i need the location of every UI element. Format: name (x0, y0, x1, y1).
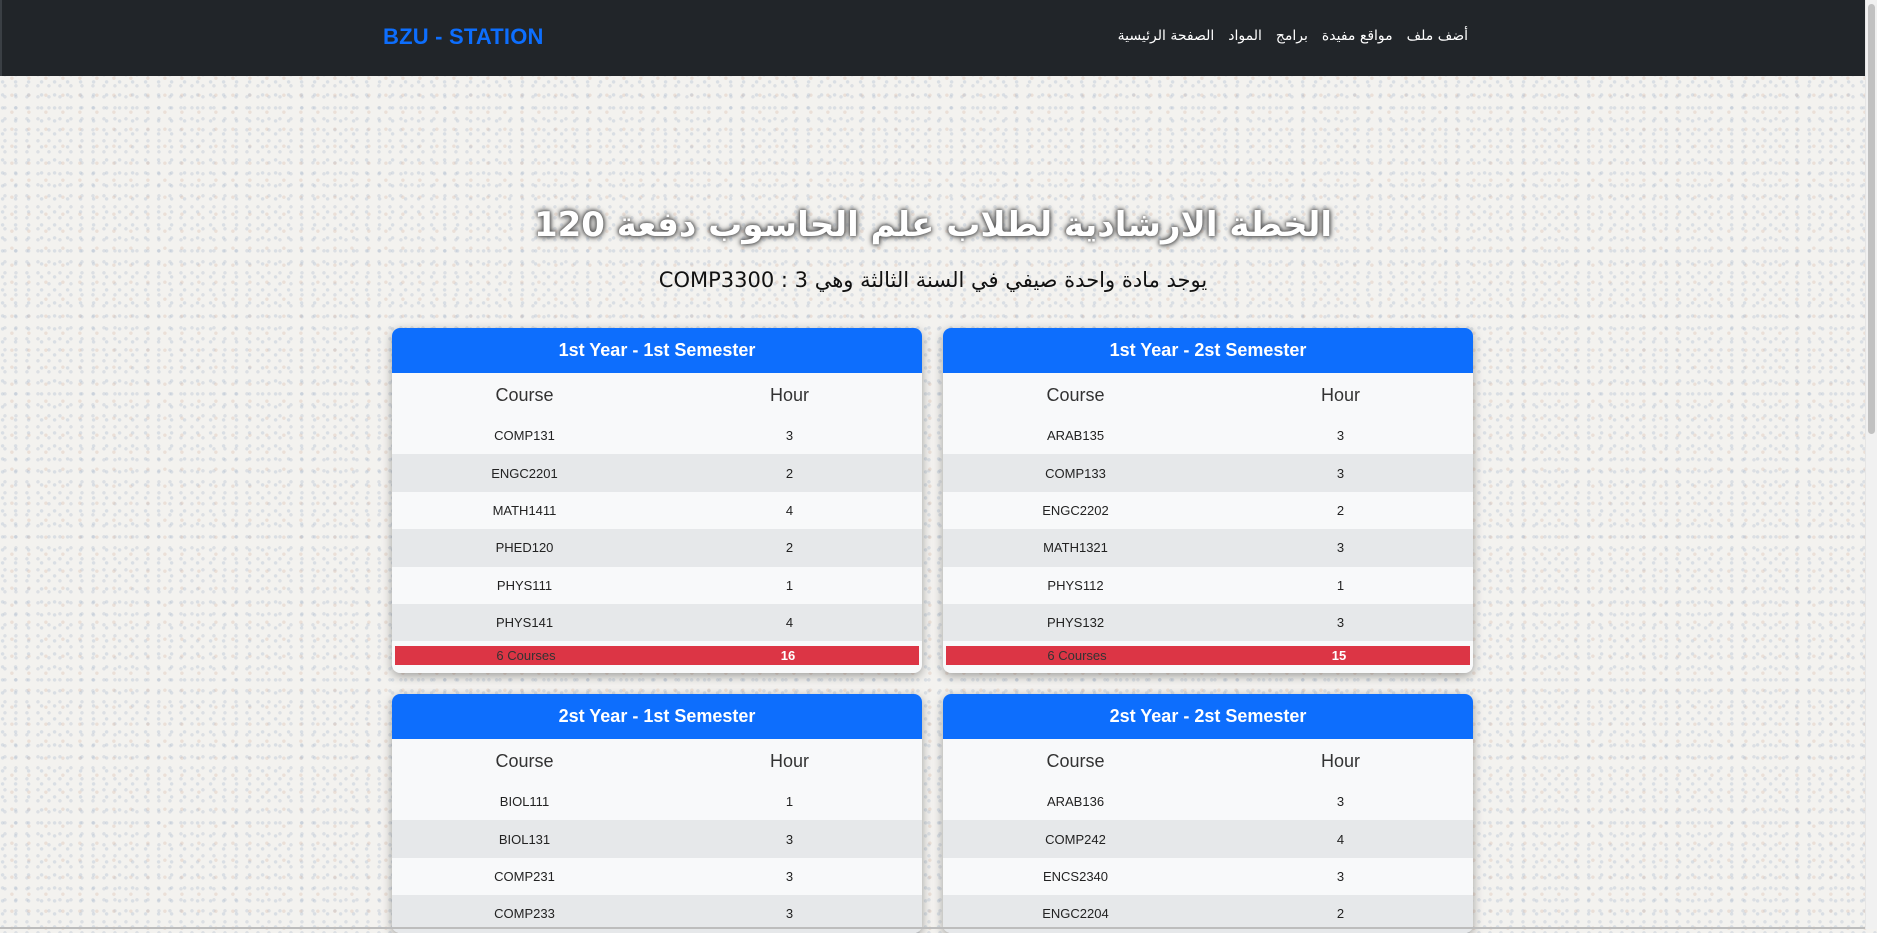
table-row: MATH1321 3 (943, 529, 1473, 567)
nav-link-courses[interactable]: المواد (1228, 28, 1262, 44)
course-column-header: Course (495, 750, 554, 771)
hour-column-header: Hour (1320, 750, 1360, 771)
semester-title: 2st Year - 2st Semester (943, 694, 1473, 739)
course-hours: 3 (785, 906, 794, 922)
course-hours: 1 (785, 577, 794, 593)
course-hours: 2 (785, 465, 794, 481)
table-row: PHYS132 3 (943, 603, 1473, 642)
course-hours: 3 (1336, 794, 1345, 810)
course-hours: 4 (785, 502, 794, 518)
hour-column-header: Hour (769, 750, 809, 771)
course-code: COMP231 (494, 868, 555, 884)
table-row: ENGC2201 2 (392, 454, 922, 492)
hour-column-header: Hour (769, 384, 809, 405)
table-row: MATH1411 4 (392, 492, 922, 529)
nav-link-useful-sites[interactable]: مواقع مفيدة (1322, 28, 1393, 44)
table-row: ARAB135 3 (943, 417, 1473, 454)
table-row: BIOL131 3 (392, 820, 922, 858)
course-code: ENGC2204 (1042, 906, 1109, 922)
course-code: ENCS2340 (1042, 868, 1109, 884)
semester-title: 2st Year - 1st Semester (392, 694, 922, 739)
course-code: ENGC2202 (1042, 502, 1109, 518)
course-hours: 2 (785, 540, 794, 556)
table-row: COMP131 3 (392, 417, 922, 454)
table-header: Course Hour (943, 373, 1473, 417)
table-row: ENCS2340 3 (943, 858, 1473, 895)
course-code: MATH1321 (1043, 540, 1108, 556)
course-hours: 2 (1336, 906, 1345, 922)
table-header: Course Hour (943, 739, 1473, 783)
table-row: PHED120 2 (392, 529, 922, 567)
nav-link-home[interactable]: الصفحة الرئيسية (1118, 28, 1215, 44)
course-code: PHYS111 (496, 577, 553, 593)
course-code: COMP133 (1045, 465, 1106, 481)
hour-column-header: Hour (1320, 384, 1360, 405)
course-code: PHED120 (495, 540, 554, 556)
course-code: ARAB136 (1046, 794, 1105, 810)
nav-links: أضف ملف مواقع مفيدة برامج المواد الصفحة … (1118, 28, 1468, 44)
total-courses: 6 Courses (1047, 648, 1107, 664)
total-hours: 16 (780, 648, 796, 664)
course-column-header: Course (495, 384, 554, 405)
course-hours: 3 (1336, 540, 1345, 556)
course-code: ENGC2201 (491, 465, 558, 481)
semester-card: 1st Year - 2st Semester Course Hour ARAB… (943, 328, 1473, 674)
page-title: الخطة الارشادية لطلاب علم الحاسوب دفعة 1… (533, 205, 1333, 245)
course-hours: 3 (1336, 465, 1345, 481)
course-hours: 3 (1336, 428, 1345, 444)
course-hours: 4 (1336, 831, 1345, 847)
course-hours: 3 (1336, 868, 1345, 884)
course-code: PHYS141 (495, 615, 554, 631)
course-column-header: Course (1046, 750, 1105, 771)
semester-card: 2st Year - 1st Semester Course Hour BIOL… (392, 694, 922, 933)
table-row: ENGC2202 2 (943, 492, 1473, 529)
course-code: COMP131 (494, 428, 555, 444)
total-row: 6 Courses 16 (395, 646, 919, 666)
total-hours: 15 (1331, 648, 1347, 664)
course-hours: 4 (785, 615, 794, 631)
course-code: COMP233 (494, 906, 555, 922)
table-row: COMP242 4 (943, 820, 1473, 858)
course-hours: 3 (785, 868, 794, 884)
nav-link-programs[interactable]: برامج (1276, 28, 1308, 44)
course-code: MATH1411 (492, 502, 557, 518)
page-subtitle: يوجد مادة واحدة صيفي في السنة الثالثة وه… (658, 268, 1208, 292)
course-code: COMP242 (1045, 831, 1106, 847)
top-navbar: BZU - STATION أضف ملف مواقع مفيدة برامج … (0, 0, 1868, 76)
course-column-header: Course (1046, 384, 1105, 405)
course-hours: 3 (785, 831, 794, 847)
total-courses: 6 Courses (496, 648, 556, 664)
brand-logo[interactable]: BZU - STATION (383, 24, 544, 50)
vertical-scrollbar[interactable] (1865, 0, 1877, 929)
table-row: COMP133 3 (943, 454, 1473, 492)
course-hours: 3 (785, 428, 794, 444)
semester-title: 1st Year - 1st Semester (392, 328, 922, 373)
course-hours: 3 (1336, 615, 1345, 631)
semester-title: 1st Year - 2st Semester (943, 328, 1473, 373)
semester-card: 1st Year - 1st Semester Course Hour COMP… (392, 328, 922, 674)
course-code: ARAB135 (1046, 428, 1105, 444)
course-hours: 1 (1336, 577, 1345, 593)
course-code: BIOL111 (499, 794, 550, 810)
table-header: Course Hour (392, 739, 922, 783)
course-hours: 2 (1336, 502, 1345, 518)
table-row: PHYS112 1 (943, 567, 1473, 604)
table-row: ARAB136 3 (943, 783, 1473, 820)
course-hours: 1 (785, 794, 794, 810)
scrollbar-thumb[interactable] (1868, 4, 1875, 434)
table-row: PHYS141 4 (392, 603, 922, 642)
semester-card: 2st Year - 2st Semester Course Hour ARAB… (943, 694, 1473, 933)
course-code: PHYS112 (1047, 577, 1104, 593)
course-code: PHYS132 (1046, 615, 1105, 631)
table-row: PHYS111 1 (392, 567, 922, 604)
table-header: Course Hour (392, 373, 922, 417)
total-row: 6 Courses 15 (946, 646, 1470, 666)
nav-link-add-file[interactable]: أضف ملف (1407, 28, 1468, 44)
table-row: COMP231 3 (392, 858, 922, 895)
course-code: BIOL131 (498, 831, 551, 847)
table-row: BIOL111 1 (392, 783, 922, 820)
